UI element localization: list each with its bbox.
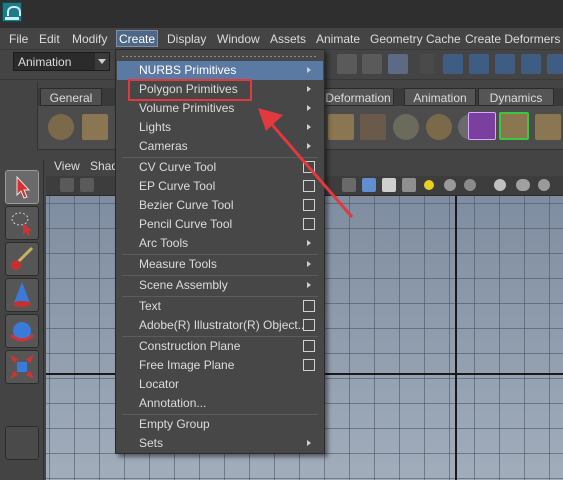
annotation-arrow-icon [258, 108, 354, 218]
maya-window: File Edit Modify Create Display Window A… [0, 0, 563, 480]
